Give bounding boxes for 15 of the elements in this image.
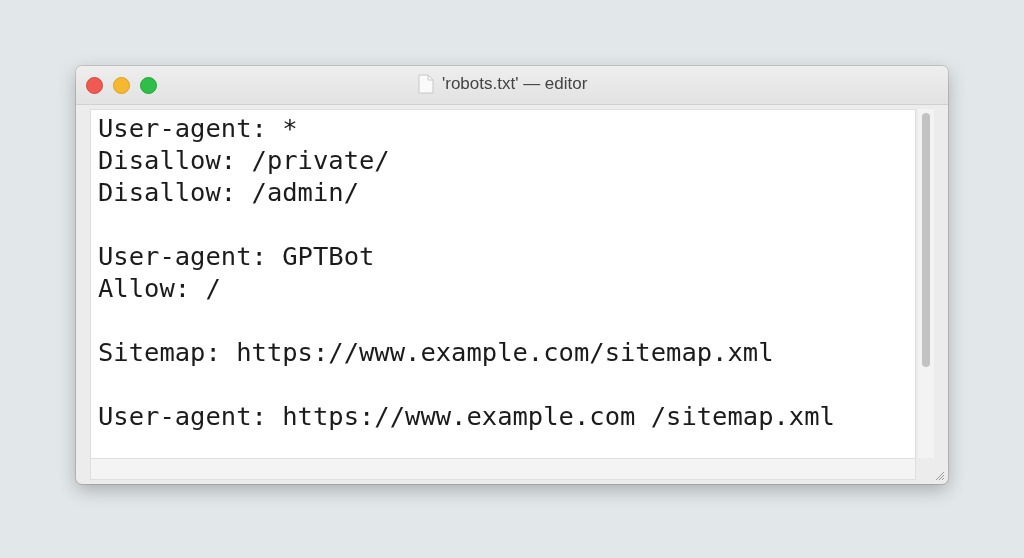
zoom-button[interactable]: [140, 76, 157, 94]
code-line: User-agent: *: [98, 112, 299, 144]
code-line: Disallow: /private/: [98, 144, 391, 176]
code-line: User-agent: GPTBot: [98, 240, 376, 272]
code-line: Allow: /: [98, 272, 222, 304]
code-line: User-agent: https://www.example.com /sitemap.xml: [98, 400, 836, 432]
close-button[interactable]: [86, 76, 103, 94]
horizontal-scrollbar[interactable]: [91, 458, 915, 479]
code-line: Sitemap: https://www.example.com/sitemap.xml: [98, 336, 775, 368]
scrollbar-thumb[interactable]: [922, 113, 930, 367]
code-line: Disallow: /admin/: [98, 176, 360, 208]
resize-grip-icon[interactable]: [933, 469, 945, 481]
minimize-button[interactable]: [113, 76, 130, 94]
document-icon: [418, 74, 434, 94]
window-title: 'robots.txt' — editor: [442, 74, 588, 94]
